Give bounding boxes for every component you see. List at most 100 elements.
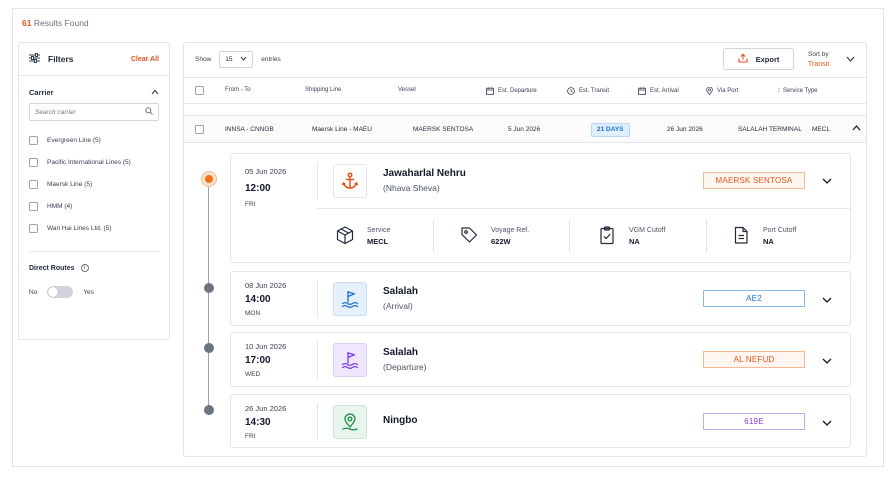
column-vessel[interactable]: Vessel: [398, 87, 416, 93]
detail-label: Port Cutoff: [763, 226, 797, 234]
column-est-arrival[interactable]: Est. Arrival: [638, 87, 679, 95]
cell-via-port: SALALAH TERMINAL: [738, 126, 802, 133]
port-name: Salalah: [383, 286, 419, 297]
stop-time: 17:00: [245, 355, 271, 366]
detail-label: VGM Cutoff: [629, 226, 666, 234]
stop-time: 14:30: [245, 417, 271, 428]
detail-vgm-cutoff: VGM Cutoff NA: [597, 209, 665, 263]
search-icon[interactable]: [145, 107, 153, 117]
divider: [29, 251, 159, 252]
column-via-port[interactable]: Via Port: [706, 87, 738, 95]
column-label: Service Type: [782, 87, 818, 94]
carrier-section-header[interactable]: Carrier: [19, 88, 169, 97]
detail-value: MECL: [367, 236, 389, 246]
route-stop-card: 26 Jun 2026 14:30 FRI Ningbo 619E: [230, 394, 851, 448]
tag-icon: [459, 225, 479, 247]
column-label: Shipping Line: [305, 87, 342, 93]
column-service-type[interactable]: ⁝ Service Type: [778, 87, 818, 95]
chevron-down-icon[interactable]: [846, 55, 855, 64]
stop-details: Service MECL Voyage Ref. 622W VGM Cutoff NA…: [317, 208, 851, 262]
toggle-no-label: No: [29, 288, 38, 296]
filters-sidebar: Filters Clear All Carrier Evergreen Line…: [18, 42, 170, 340]
checkbox[interactable]: [29, 201, 38, 211]
vessel-tag: AL NEFUD: [703, 351, 805, 368]
chevron-down-icon[interactable]: [822, 177, 832, 186]
stop-time: 12:00: [245, 183, 271, 194]
entries-select[interactable]: 15: [219, 51, 254, 68]
direct-routes-header: Direct Routes i: [19, 264, 169, 272]
carrier-option-label: Evergreen Line (5): [47, 136, 101, 144]
departure-flag-icon: [333, 343, 367, 377]
carrier-search-input[interactable]: [35, 108, 145, 116]
carrier-option[interactable]: HMM (4): [19, 195, 169, 217]
entries-label: entries: [261, 56, 281, 63]
divider: [317, 280, 318, 318]
carrier-option[interactable]: Maersk Line (5): [19, 173, 169, 195]
row-checkbox[interactable]: [195, 125, 204, 134]
filters-header: Filters Clear All: [19, 43, 169, 76]
detail-service: Service MECL: [335, 209, 390, 263]
location-pin-icon: [706, 87, 713, 95]
column-est-departure[interactable]: Est. Departure: [486, 87, 537, 95]
results-count: 61 Results Found: [22, 18, 89, 28]
grip-icon: ⁝: [778, 88, 780, 94]
carrier-search-box: [29, 103, 159, 121]
carrier-option-label: HMM (4): [47, 202, 73, 210]
detail-label: Service: [367, 226, 391, 234]
calendar-icon: [486, 87, 494, 95]
column-from-to[interactable]: From - To: [225, 87, 251, 93]
entries-select-value: 15: [225, 56, 233, 63]
carrier-list: Evergreen Line (5) Pacific International…: [19, 129, 169, 239]
checkbox[interactable]: [29, 135, 38, 145]
sort-by-control[interactable]: Sort by Transit: [808, 50, 829, 70]
calendar-icon: [638, 87, 646, 95]
divider: [317, 162, 318, 200]
port-subtitle: (Arrival): [383, 301, 413, 311]
route-stop-card: 08 Jun 2026 14:00 MON Salalah (Arrival) …: [230, 271, 851, 326]
chevron-down-icon[interactable]: [822, 357, 832, 366]
direct-routes-toggle-row: No Yes: [19, 286, 169, 298]
cell-vessel: MAERSK SENTOSA: [413, 126, 474, 133]
toggle-knob: [48, 287, 59, 297]
table-row[interactable]: INNSA - CNNGB Maersk Line - MAEU MAERSK …: [184, 115, 866, 143]
column-label: Via Port: [717, 88, 739, 94]
show-label: Show: [195, 56, 212, 63]
checkbox[interactable]: [29, 223, 38, 233]
carrier-label: Carrier: [29, 88, 54, 97]
clear-all-button[interactable]: Clear All: [131, 56, 159, 63]
column-shipping-line[interactable]: Shipping Line: [305, 87, 341, 93]
select-all-checkbox[interactable]: [195, 86, 204, 95]
chevron-down-icon: [240, 56, 247, 63]
info-icon[interactable]: i: [80, 264, 89, 272]
carrier-option[interactable]: Pacific International Lines (5): [19, 151, 169, 173]
detail-value: NA: [763, 236, 774, 246]
column-label: Vessel: [398, 87, 416, 93]
stop-date: 08 Jun 2026: [245, 281, 287, 290]
direct-routes-toggle[interactable]: [47, 286, 74, 298]
vessel-tag: MAERSK SENTOSA: [703, 172, 805, 189]
export-button[interactable]: Export: [723, 48, 794, 70]
arrival-flag-icon: [333, 282, 367, 316]
column-est-transit[interactable]: Est. Transit: [567, 87, 609, 95]
chevron-up-icon[interactable]: [151, 88, 159, 97]
chevron-down-icon[interactable]: [822, 419, 832, 428]
location-pin-icon: [333, 405, 367, 439]
port-subtitle: (Departure): [383, 362, 427, 372]
timeline-line: [208, 180, 209, 410]
stop-date: 26 Jun 2026: [245, 404, 287, 413]
column-label: Est. Arrival: [650, 88, 679, 94]
filter-sliders-icon: [29, 53, 40, 65]
carrier-option[interactable]: Wan Hai Lines Ltd. (5): [19, 217, 169, 239]
checkbox[interactable]: [29, 179, 38, 189]
chevron-down-icon[interactable]: [822, 296, 832, 305]
detail-value: 622W: [491, 236, 511, 246]
cell-arrival: 26 Jun 2026: [667, 126, 703, 133]
service-tag: AE2: [703, 290, 805, 307]
checkbox[interactable]: [29, 157, 38, 167]
direct-routes-label: Direct Routes: [29, 264, 75, 272]
detail-voyage-ref: Voyage Ref. 622W: [459, 209, 529, 263]
stop-day: WED: [245, 371, 261, 378]
chevron-up-icon[interactable]: [852, 125, 861, 133]
carrier-option[interactable]: Evergreen Line (5): [19, 129, 169, 151]
timeline-dot-active: [202, 172, 216, 186]
